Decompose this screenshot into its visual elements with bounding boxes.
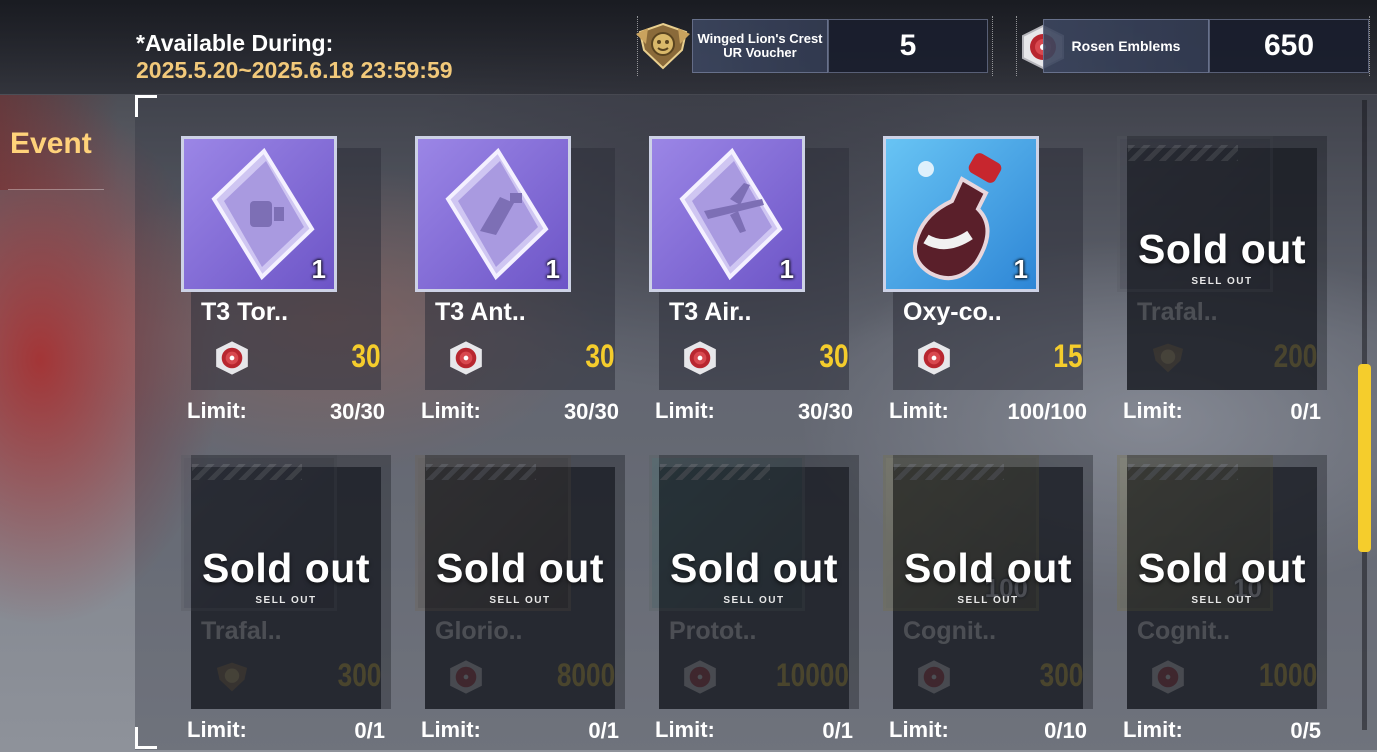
item-name: T3 Air.. bbox=[669, 298, 752, 326]
limit-value: 0/5 bbox=[1290, 718, 1321, 743]
limit-label: Limit: bbox=[187, 717, 247, 742]
rosen-emblem-icon bbox=[216, 341, 248, 375]
divider bbox=[8, 189, 104, 190]
rosen-emblem-icon bbox=[918, 341, 950, 375]
item-name: T3 Ant.. bbox=[435, 298, 526, 326]
panel-corner-bottom-left bbox=[135, 727, 157, 749]
availability-label: *Available During: bbox=[136, 30, 334, 56]
shop-item-card[interactable]: 1 Oxy-co.. 15 Limit: 100/100 bbox=[883, 136, 1093, 436]
sidebar-tab-event[interactable]: Event bbox=[0, 95, 118, 190]
sold-out-label: Sold out bbox=[1138, 226, 1306, 272]
item-quantity: 1 bbox=[311, 254, 326, 284]
shop-item-card-sold-out[interactable]: Glorio.. 8000 Sold out SELL OUT Limit: 0… bbox=[415, 455, 625, 752]
item-name: T3 Tor.. bbox=[201, 298, 289, 326]
sold-out-label: Sold out bbox=[436, 545, 604, 591]
item-quantity: 1 bbox=[545, 254, 560, 284]
currency-ur-voucher: Winged Lion's Crest UR Voucher 5 bbox=[636, 16, 993, 76]
sold-out-label: Sold out bbox=[670, 545, 838, 591]
anti-air-part-book-icon: 1 bbox=[415, 136, 571, 292]
limit-label: Limit: bbox=[421, 717, 481, 742]
item-price: 15 bbox=[1053, 338, 1083, 374]
limit-value: 0/1 bbox=[588, 718, 619, 743]
item-quantity: 1 bbox=[1013, 254, 1028, 284]
panel-corner-top-left bbox=[135, 95, 157, 117]
winged-lion-crest-icon bbox=[636, 22, 690, 70]
item-price: 30 bbox=[351, 338, 381, 374]
ur-voucher-label: Winged Lion's Crest UR Voucher bbox=[692, 19, 828, 73]
sidebar-tab-label: Event bbox=[10, 127, 92, 160]
shop-item-card-sold-out[interactable]: Trafal.. 300 Sold out SELL OUT Limit: 0/… bbox=[181, 455, 391, 752]
limit-label: Limit: bbox=[1123, 398, 1183, 423]
sell-out-label: SELL OUT bbox=[723, 595, 785, 606]
currency-rosen-emblems: Rosen Emblems 650 bbox=[1016, 16, 1370, 76]
item-price: 30 bbox=[819, 338, 849, 374]
limit-value: 30/30 bbox=[797, 399, 853, 424]
limit-value: 0/1 bbox=[1290, 399, 1321, 424]
item-price: 30 bbox=[585, 338, 615, 374]
rosen-emblem-icon bbox=[684, 341, 716, 375]
rosen-emblems-count: 650 bbox=[1209, 19, 1369, 73]
limit-label: Limit: bbox=[1123, 717, 1183, 742]
sell-out-label: SELL OUT bbox=[1191, 595, 1253, 606]
shop-item-card-sold-out[interactable]: 100 Cognit.. 300 Sold out SELL OUT Limit… bbox=[883, 455, 1093, 752]
sell-out-label: SELL OUT bbox=[1191, 276, 1253, 287]
limit-value: 0/10 bbox=[1044, 718, 1087, 743]
limit-label: Limit: bbox=[889, 717, 949, 742]
limit-value: 30/30 bbox=[563, 399, 619, 424]
limit-value: 100/100 bbox=[1007, 399, 1087, 424]
sold-out-label: Sold out bbox=[1138, 545, 1306, 591]
item-quantity: 1 bbox=[779, 254, 794, 284]
shop-item-card-sold-out[interactable]: Protot.. 10000 Sold out SELL OUT Limit: … bbox=[649, 455, 859, 752]
item-name: Oxy-co.. bbox=[903, 298, 1002, 326]
availability-dates: 2025.5.20~2025.6.18 23:59:59 bbox=[136, 57, 453, 83]
sold-out-label: Sold out bbox=[202, 545, 370, 591]
torpedo-part-book-icon: 1 bbox=[181, 136, 337, 292]
limit-value: 30/30 bbox=[329, 399, 385, 424]
shop-item-card[interactable]: 1 T3 Tor.. 30 Limit: 30/30 bbox=[181, 136, 391, 436]
oxy-cola-bottle-icon: 1 bbox=[883, 136, 1039, 292]
rosen-emblem-icon bbox=[450, 341, 482, 375]
shop-item-card[interactable]: 1 T3 Air.. 30 Limit: 30/30 bbox=[649, 136, 859, 436]
limit-label: Limit: bbox=[655, 398, 715, 423]
availability-info: *Available During: 2025.5.20~2025.6.18 2… bbox=[136, 30, 453, 84]
limit-label: Limit: bbox=[421, 398, 481, 423]
limit-label: Limit: bbox=[655, 717, 715, 742]
sell-out-label: SELL OUT bbox=[489, 595, 551, 606]
shop-item-card-sold-out[interactable]: Trafal.. 200 Sold out SELL OUT Limit: 0/… bbox=[1117, 136, 1327, 436]
aircraft-part-book-icon: 1 bbox=[649, 136, 805, 292]
limit-value: 0/1 bbox=[354, 718, 385, 743]
sell-out-label: SELL OUT bbox=[957, 595, 1019, 606]
ur-voucher-count: 5 bbox=[828, 19, 988, 73]
sell-out-label: SELL OUT bbox=[255, 595, 317, 606]
shop-item-card[interactable]: 1 T3 Ant.. 30 Limit: 30/30 bbox=[415, 136, 625, 436]
limit-value: 0/1 bbox=[822, 718, 853, 743]
limit-label: Limit: bbox=[187, 398, 247, 423]
shop-item-card-sold-out[interactable]: 10 Cognit.. 1000 Sold out SELL OUT Limit… bbox=[1117, 455, 1327, 752]
scrollbar-thumb[interactable] bbox=[1358, 364, 1371, 552]
sold-out-label: Sold out bbox=[904, 545, 1072, 591]
rosen-emblems-label: Rosen Emblems bbox=[1043, 19, 1209, 73]
limit-label: Limit: bbox=[889, 398, 949, 423]
